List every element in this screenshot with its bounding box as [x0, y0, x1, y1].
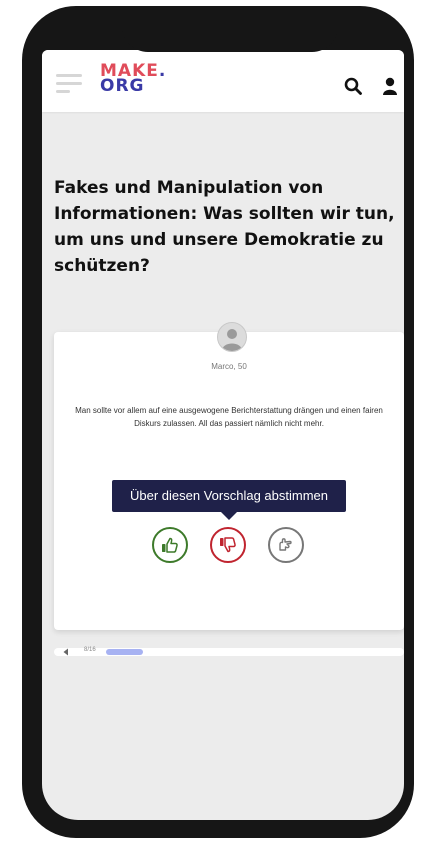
make-org-logo[interactable]: MAKE. ORG — [100, 63, 166, 95]
proposal-author: Marco, 50 — [211, 362, 247, 371]
proposal-progress: 8/16 — [54, 644, 404, 660]
phone-notch — [122, 6, 338, 52]
agree-button[interactable] — [152, 527, 188, 563]
progress-count: 8/16 — [84, 647, 96, 653]
avatar — [217, 322, 247, 352]
search-icon[interactable] — [344, 77, 362, 95]
tooltip-arrow — [221, 512, 237, 520]
user-icon[interactable] — [382, 77, 398, 95]
neutral-hand-icon — [279, 538, 292, 551]
vote-tooltip: Über diesen Vorschlag abstimmen — [112, 480, 346, 512]
proposal-text: Man sollte vor allem auf eine ausgewogen… — [75, 406, 383, 428]
previous-icon[interactable] — [62, 648, 70, 656]
app-header: MAKE. ORG — [42, 50, 404, 112]
thumbs-up-icon — [162, 537, 178, 553]
consultation-question: Fakes und Manipulation von Informationen… — [54, 178, 395, 276]
app-screen: MAKE. ORG Fakes und Manipulation von Inf… — [42, 50, 404, 820]
avatar-icon — [222, 329, 242, 351]
thumbs-down-icon — [220, 537, 236, 553]
menu-icon[interactable] — [56, 72, 82, 94]
progress-fill — [106, 649, 143, 655]
neutral-button[interactable] — [268, 527, 304, 563]
disagree-button[interactable] — [210, 527, 246, 563]
